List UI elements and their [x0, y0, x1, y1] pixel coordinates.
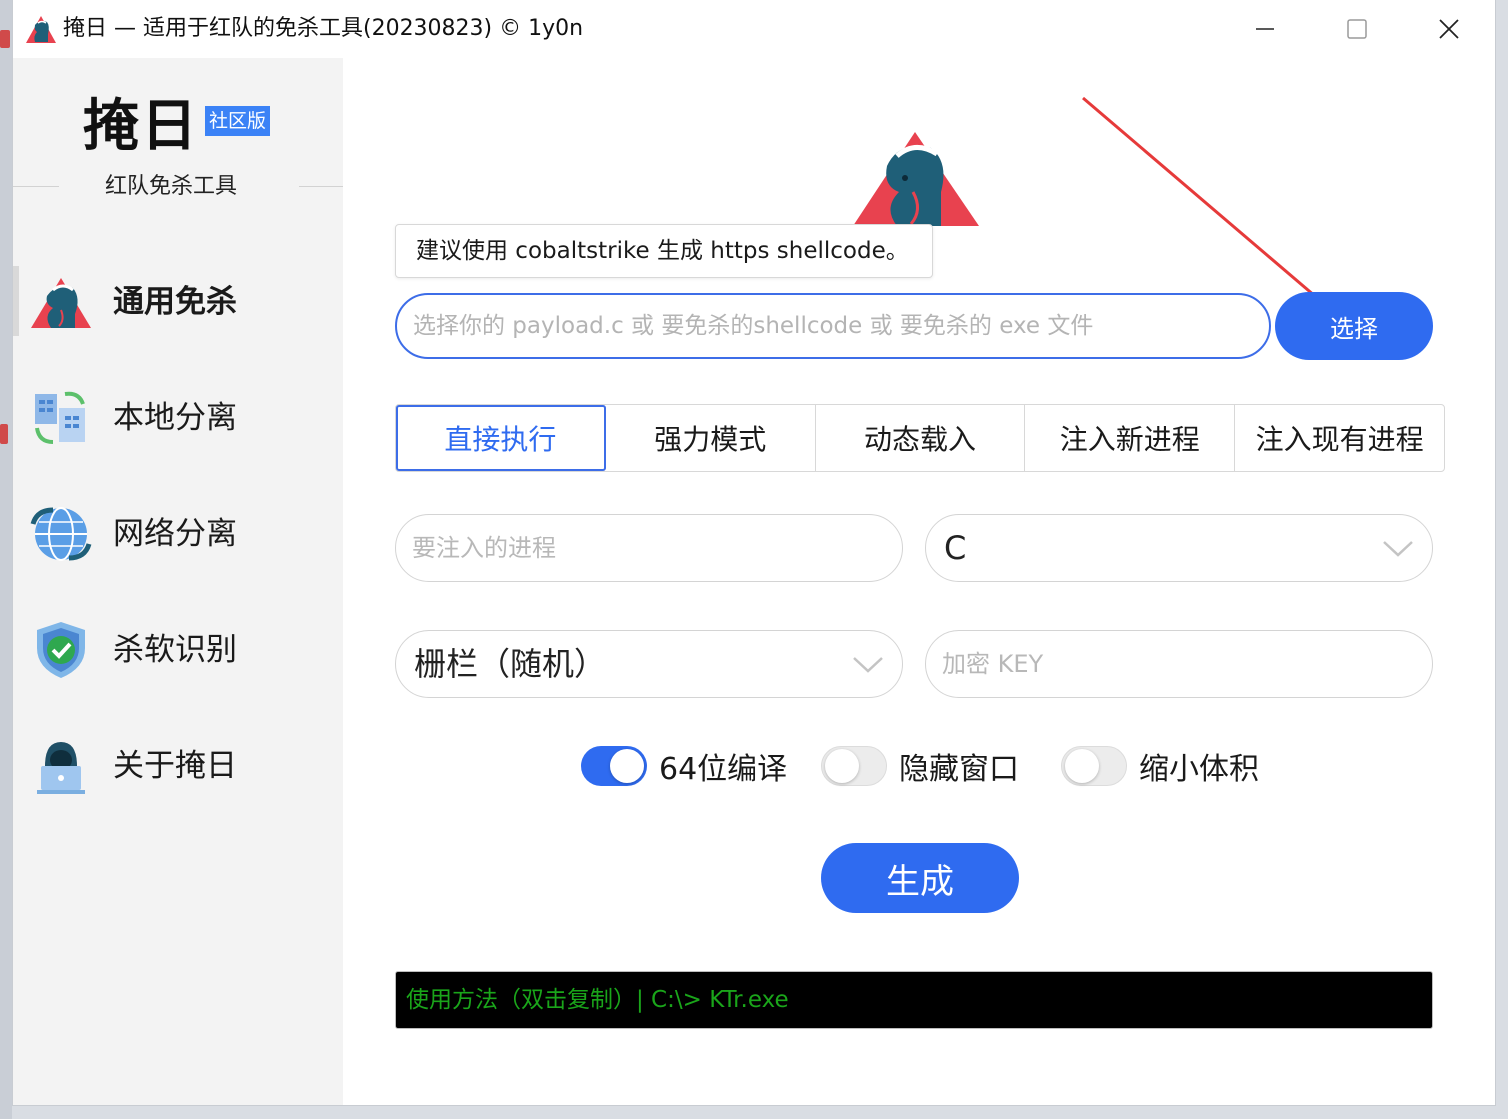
switch-64bit: 64位编译	[581, 744, 787, 788]
maximize-button[interactable]	[1335, 12, 1379, 46]
app-horse-icon	[26, 16, 56, 43]
background-app-fragment	[0, 424, 8, 444]
tooltip-hint: 建议使用 cobaltstrike 生成 https shellcode。	[395, 224, 933, 278]
sidebar-item-label: 通用免杀	[113, 284, 237, 320]
sidebar-item-network-separation[interactable]: 网络分离	[13, 484, 343, 584]
title-bar[interactable]: 掩日 — 适用于红队的免杀工具(20230823) © 1y0n	[13, 0, 1495, 58]
hacker-laptop-icon	[37, 742, 85, 794]
sidebar-item-general-evasion[interactable]: 通用免杀	[13, 252, 343, 352]
background-window-edge	[0, 0, 12, 1119]
window-title: 掩日 — 适用于红队的免杀工具(20230823) © 1y0n	[63, 16, 584, 41]
switch-label: 隐藏窗口	[899, 752, 1019, 787]
toggle-knob	[1065, 749, 1099, 783]
select-file-button[interactable]: 选择	[1275, 292, 1433, 360]
sidebar-item-label: 本地分离	[113, 400, 237, 436]
usage-console[interactable]: 使用方法（双击复制）| C:\> KTr.exe	[395, 971, 1433, 1029]
tab-power-mode[interactable]: 强力模式	[606, 405, 816, 471]
sidebar-item-label: 关于掩日	[113, 748, 237, 784]
horse-logo-icon	[853, 132, 979, 226]
language-select[interactable]: C	[925, 514, 1433, 582]
minimize-button[interactable]	[1243, 12, 1287, 46]
language-select-value: C	[944, 529, 967, 567]
tab-direct-execute[interactable]: 直接执行	[396, 405, 606, 471]
close-button[interactable]	[1427, 12, 1471, 46]
main-panel: 建议使用 cobaltstrike 生成 https shellcode。 选择…	[343, 58, 1495, 1105]
key-field	[925, 630, 1433, 698]
sidebar: 掩日 社区版 红队免杀工具 通用免杀 本地分离 网络分离 杀软识别 关于掩日	[13, 58, 343, 1105]
process-field	[395, 514, 903, 582]
encryption-select[interactable]: 栅栏（随机）	[395, 630, 903, 698]
chevron-down-icon	[853, 657, 883, 673]
divider	[299, 186, 343, 187]
shield-check-icon	[37, 622, 85, 678]
globe-icon	[30, 507, 92, 561]
horse-logo-icon	[31, 278, 91, 328]
tab-dynamic-load[interactable]: 动态载入	[816, 405, 1026, 471]
toggle-hide-window[interactable]	[821, 746, 887, 786]
background-app-fragment	[0, 30, 10, 48]
close-icon	[1439, 19, 1459, 39]
app-window: 掩日 — 适用于红队的免杀工具(20230823) © 1y0n 掩日 社区版 …	[12, 0, 1496, 1106]
tab-inject-existing-process[interactable]: 注入现有进程	[1235, 405, 1444, 471]
process-input[interactable]	[396, 515, 902, 581]
toggle-shrink-size[interactable]	[1061, 746, 1127, 786]
encryption-select-value: 栅栏（随机）	[414, 645, 607, 683]
toggle-knob	[825, 749, 859, 783]
switch-label: 64位编译	[659, 752, 788, 787]
chevron-down-icon	[1383, 541, 1413, 557]
sidebar-item-antivirus-detection[interactable]: 杀软识别	[13, 600, 343, 700]
switch-hide-window: 隐藏窗口	[821, 744, 1019, 788]
toggle-knob	[610, 749, 644, 783]
sidebar-item-about[interactable]: 关于掩日	[13, 716, 343, 816]
toggle-64bit[interactable]	[581, 746, 647, 786]
tab-inject-new-process[interactable]: 注入新进程	[1025, 405, 1236, 471]
mode-tabs: 直接执行 强力模式 动态载入 注入新进程 注入现有进程	[395, 404, 1445, 472]
encryption-key-input[interactable]	[926, 631, 1432, 697]
minimize-icon	[1256, 28, 1274, 30]
brand-title: 掩日	[83, 94, 199, 159]
generate-button[interactable]: 生成	[821, 843, 1019, 913]
switch-label: 缩小体积	[1139, 752, 1259, 787]
brand-subtitle: 红队免杀工具	[105, 174, 238, 199]
sidebar-item-label: 杀软识别	[113, 632, 237, 668]
payload-file-input[interactable]	[395, 293, 1271, 359]
switch-shrink-size: 缩小体积	[1061, 744, 1259, 788]
maximize-icon	[1347, 19, 1367, 39]
edition-badge: 社区版	[205, 106, 271, 136]
sidebar-item-label: 网络分离	[113, 516, 237, 552]
local-separation-icon	[35, 391, 85, 444]
sidebar-item-local-separation[interactable]: 本地分离	[13, 368, 343, 468]
divider	[13, 186, 59, 187]
